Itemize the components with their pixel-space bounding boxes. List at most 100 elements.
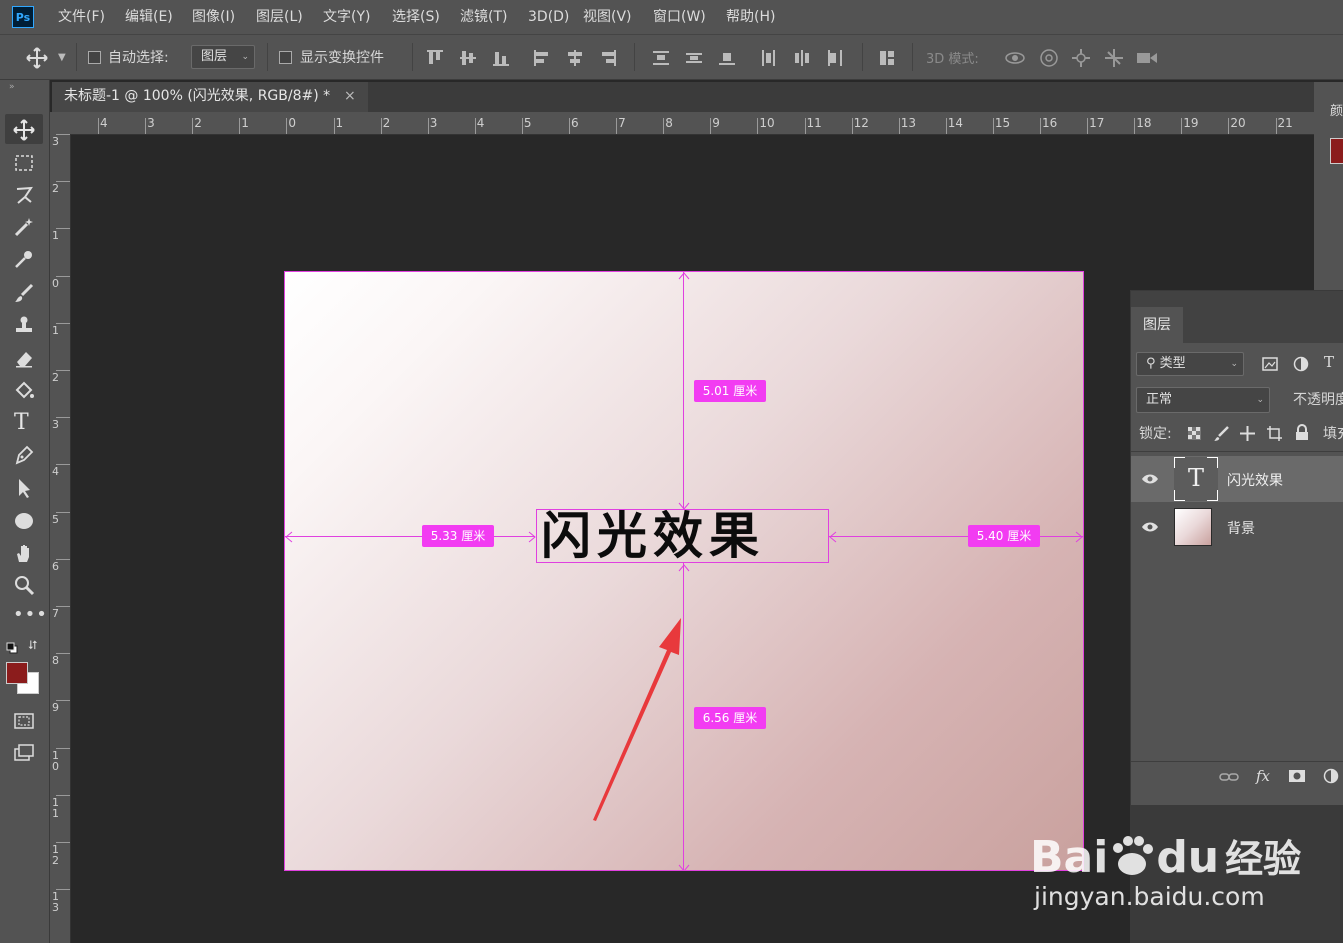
foreground-color-swatch[interactable] <box>6 662 28 684</box>
ruler-tick <box>286 118 288 134</box>
color-panel-swatch[interactable] <box>1330 138 1343 164</box>
auto-select-dropdown[interactable]: 图层 ⌄ <box>191 45 255 69</box>
menu-select[interactable]: 选择(S) <box>392 0 440 34</box>
photoshop-logo-icon[interactable]: Ps <box>12 6 34 28</box>
layers-tab[interactable]: 图层 <box>1131 307 1183 343</box>
swap-colors-icon[interactable]: ⮃ <box>28 638 38 653</box>
3d-pan-icon[interactable] <box>1070 47 1092 69</box>
blend-mode-dropdown[interactable]: 正常 ⌄ <box>1136 387 1270 413</box>
pixel-filter-icon[interactable] <box>1262 356 1278 372</box>
layer-name[interactable]: 背景 <box>1227 518 1255 538</box>
menu-help[interactable]: 帮助(H) <box>726 0 775 34</box>
ruler-tick <box>474 118 476 134</box>
menu-3d[interactable]: 3D(D) <box>528 0 569 34</box>
layer-name[interactable]: 闪光效果 <box>1227 470 1283 490</box>
text-layer-bounds[interactable]: 闪光效果 <box>536 509 829 563</box>
path-selection-tool-icon[interactable] <box>13 477 35 499</box>
ruler-tick <box>804 118 806 134</box>
type-tool-icon[interactable]: T <box>14 410 29 435</box>
paint-bucket-tool-icon[interactable] <box>13 380 35 402</box>
distribute-left-icon[interactable] <box>758 47 780 69</box>
align-hcenter-icon[interactable] <box>564 47 586 69</box>
distribute-hcenter-icon[interactable] <box>791 47 813 69</box>
menu-window[interactable]: 窗口(W) <box>653 0 706 34</box>
horizontal-ruler[interactable]: 4 3 2 1 0 1 2 3 4 5 6 7 8 9 10 11 12 13 14 15 16 17 18 19 20 21 <box>70 112 1314 135</box>
distribute-right-icon[interactable] <box>824 47 846 69</box>
menu-file[interactable]: 文件(F) <box>58 0 105 34</box>
collapse-icon[interactable]: » <box>9 82 15 92</box>
menu-filter[interactable]: 滤镜(T) <box>460 0 507 34</box>
layer-row-background[interactable]: 背景 <box>1131 504 1343 550</box>
zoom-tool-icon[interactable] <box>13 574 35 596</box>
document-tab[interactable]: 未标题-1 @ 100% (闪光效果, RGB/8#) * × <box>52 82 368 112</box>
hand-tool-icon[interactable] <box>13 542 35 564</box>
distribute-top-icon[interactable] <box>650 47 672 69</box>
lock-all-icon[interactable] <box>1295 424 1309 441</box>
vertical-ruler[interactable]: 3 2 1 0 1 2 3 4 5 6 7 8 9 10 11 12 13 <box>50 134 71 943</box>
default-colors-icon[interactable] <box>6 642 18 654</box>
ruler-tick <box>1087 118 1089 134</box>
document-canvas[interactable]: 闪光效果 5.01 厘米 5.33 厘米 5.40 厘米 6.56 厘米 <box>284 271 1084 871</box>
align-vcenter-icon[interactable] <box>457 47 479 69</box>
align-top-icon[interactable] <box>424 47 446 69</box>
ruler-label: 9 <box>52 701 59 715</box>
layer-effects-icon[interactable]: fx <box>1256 767 1270 785</box>
move-tool-icon[interactable] <box>13 119 35 141</box>
marquee-tool-icon[interactable] <box>13 152 35 174</box>
auto-align-icon[interactable] <box>876 47 898 69</box>
eye-visibility-icon[interactable] <box>1141 473 1159 485</box>
lock-transparent-pixels-icon[interactable] <box>1187 426 1202 441</box>
link-layers-icon[interactable] <box>1219 771 1239 783</box>
3d-scale-icon[interactable] <box>1135 47 1159 69</box>
brush-tool-icon[interactable] <box>13 282 35 304</box>
auto-select-checkbox[interactable] <box>88 51 101 64</box>
document-title: 未标题-1 @ 100% (闪光效果, RGB/8#) * <box>64 88 331 104</box>
3d-slide-icon[interactable] <box>1103 47 1125 69</box>
eraser-tool-icon[interactable] <box>13 347 35 369</box>
ruler-label: 21 <box>1277 116 1293 130</box>
ruler-label: 2 <box>194 116 202 130</box>
pen-tool-icon[interactable] <box>13 444 35 466</box>
menu-type[interactable]: 文字(Y) <box>323 0 370 34</box>
clone-stamp-tool-icon[interactable] <box>13 314 35 336</box>
align-right-icon[interactable] <box>597 47 619 69</box>
move-tool-icon[interactable] <box>26 47 48 69</box>
menu-edit[interactable]: 编辑(E) <box>125 0 173 34</box>
adjustment-filter-icon[interactable] <box>1293 356 1309 372</box>
ruler-label: 2 <box>382 116 391 130</box>
distribute-bottom-icon[interactable] <box>716 47 738 69</box>
close-tab-icon[interactable]: × <box>344 82 356 110</box>
type-filter-icon[interactable]: T <box>1324 353 1334 371</box>
lock-image-pixels-icon[interactable] <box>1213 425 1230 442</box>
eyedropper-tool-icon[interactable] <box>13 248 35 270</box>
align-bottom-icon[interactable] <box>490 47 512 69</box>
3d-orbit-icon[interactable] <box>1004 47 1026 69</box>
color-panel-tab[interactable]: 颜 <box>1330 100 1343 119</box>
layer-mask-icon[interactable] <box>1288 769 1306 783</box>
more-tools-icon[interactable]: ••• <box>13 604 48 625</box>
menu-image[interactable]: 图像(I) <box>192 0 235 34</box>
layer-row-text[interactable]: T 闪光效果 <box>1131 456 1343 502</box>
adjustment-layer-icon[interactable] <box>1323 768 1341 784</box>
menu-view[interactable]: 视图(V) <box>583 0 632 34</box>
ruler-tick <box>98 118 99 134</box>
quick-mask-icon[interactable] <box>13 710 35 732</box>
distribute-vcenter-icon[interactable] <box>683 47 705 69</box>
lock-artboard-icon[interactable] <box>1266 425 1283 442</box>
magic-wand-tool-icon[interactable] <box>13 216 35 238</box>
lasso-tool-icon[interactable] <box>13 184 35 206</box>
show-transform-checkbox[interactable] <box>279 51 292 64</box>
align-left-icon[interactable] <box>531 47 553 69</box>
layer-filter-dropdown[interactable]: ⚲ 类型 ⌄ <box>1136 352 1244 376</box>
watermark-url: jingyan.baidu.com <box>1034 882 1265 911</box>
lock-position-icon[interactable] <box>1239 425 1256 442</box>
baidu-paw-icon <box>1113 836 1154 875</box>
3d-roll-icon[interactable] <box>1038 47 1060 69</box>
screen-mode-icon[interactable] <box>13 742 35 764</box>
ruler-label: 15 <box>994 116 1011 130</box>
eye-visibility-icon[interactable] <box>1141 521 1159 533</box>
guide-arrowhead <box>678 864 690 870</box>
chevron-down-icon[interactable]: ▼ <box>58 52 66 63</box>
menu-layer[interactable]: 图层(L) <box>256 0 303 34</box>
ellipse-tool-icon[interactable] <box>13 510 35 532</box>
